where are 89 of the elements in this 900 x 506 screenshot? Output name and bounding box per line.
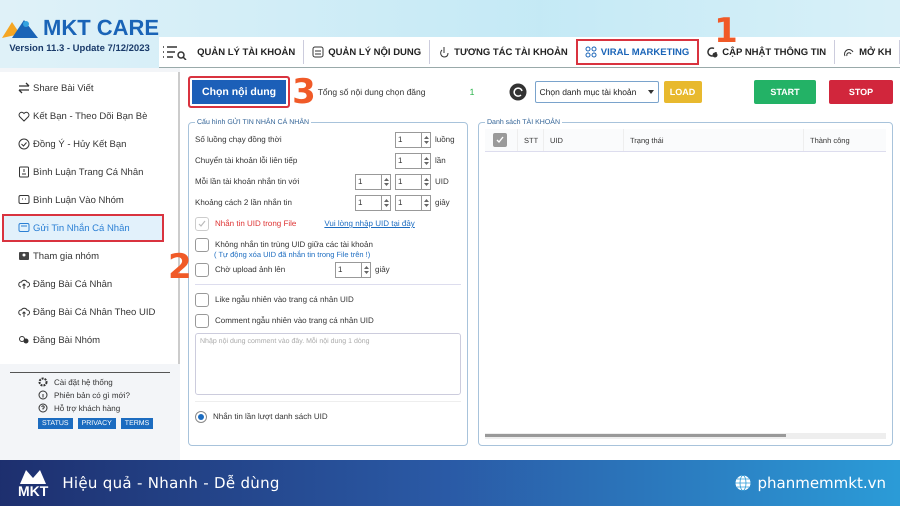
- total-label: Tổng số nội dung chọn đăng: [318, 87, 426, 97]
- slogan-text: Hiệu quả - Nhanh - Dễ dùng: [62, 474, 280, 492]
- number-spinner[interactable]: 1: [355, 174, 391, 190]
- sidebar-item[interactable]: Share Bài Viết: [2, 74, 164, 102]
- brand-logo-text: MKT: [18, 484, 48, 498]
- cloud-upload-icon: [18, 278, 30, 290]
- unit-label: luồng: [435, 135, 456, 144]
- checkbox[interactable]: [195, 292, 209, 306]
- spinner-arrows-icon: [384, 176, 388, 186]
- stop-button[interactable]: STOP: [829, 80, 893, 104]
- chat-icon: [18, 194, 30, 206]
- radio-dot-icon: [198, 414, 204, 420]
- total-count: 1: [470, 87, 475, 97]
- checkbox[interactable]: [195, 262, 209, 276]
- sidebar-item[interactable]: Đăng Bài Nhóm: [2, 326, 164, 354]
- upload-link[interactable]: Vui lòng nhập UID tại đây: [324, 219, 415, 228]
- unit-label: giây: [435, 198, 451, 207]
- select-all-checkbox[interactable]: [493, 133, 507, 147]
- option-label: Chờ upload ảnh lên: [215, 265, 286, 274]
- sidebar-item[interactable]: Đăng Bài Cá Nhân: [2, 270, 164, 298]
- tab[interactable]: MỞ KH: [835, 40, 900, 64]
- heart-icon: [18, 110, 30, 122]
- annotation-number: 2: [168, 250, 192, 284]
- globe-icon: [735, 475, 752, 491]
- help-icon: [38, 403, 48, 413]
- spinner-arrows-icon: [424, 156, 428, 166]
- option-label: Nhắn tin lần lượt danh sách UID: [213, 412, 328, 421]
- option-label: Nhắn tin UID trong File: [215, 219, 296, 228]
- unit-label: giây: [375, 265, 391, 274]
- choose-content-button[interactable]: Chọn nội dung: [188, 76, 290, 108]
- tab[interactable]: TƯƠNG TÁC TÀI KHOẢN: [430, 40, 577, 64]
- check-icon: [496, 136, 504, 144]
- radio-button[interactable]: [195, 410, 207, 422]
- setting-label: Khoảng cách 2 lần nhắn tin: [195, 198, 293, 207]
- gear-icon: [38, 377, 48, 387]
- logo-icon: [18, 468, 48, 484]
- refresh-icon: [706, 46, 718, 58]
- arrows-icon: [18, 82, 30, 94]
- check-circle-icon: [18, 138, 30, 150]
- refresh-icon[interactable]: [508, 83, 527, 101]
- card-icon: [18, 166, 30, 178]
- setting-label: Số luồng chạy đồng thời: [195, 135, 283, 144]
- tab[interactable]: VIRAL MARKETING: [576, 40, 698, 64]
- unit-label: UID: [435, 177, 450, 186]
- version-text: Version 11.3 - Update 7/12/2023: [9, 42, 150, 54]
- cloud-upload-icon: [18, 306, 30, 318]
- number-spinner[interactable]: 1: [395, 194, 431, 210]
- spinner-arrows-icon: [424, 134, 428, 144]
- spinner-arrows-icon: [424, 176, 428, 186]
- setting-label: Mỗi lần tài khoản nhắn tin với: [195, 177, 300, 186]
- check-icon: [198, 220, 206, 228]
- setting-label: Chuyển tài khoản lỗi liên tiếp: [195, 156, 298, 165]
- option-label: Like ngẫu nhiên vào trang cá nhân UID: [215, 295, 354, 304]
- category-dropdown[interactable]: Chọn danh mục tài khoản: [534, 81, 659, 103]
- tab[interactable]: QUẢN LÝ TÀI KHOẢN: [189, 40, 304, 64]
- sidebar-item[interactable]: Bình Luận Vào Nhóm: [2, 186, 164, 214]
- info-icon: [38, 390, 48, 400]
- spinner-arrows-icon: [364, 264, 368, 274]
- tab[interactable]: QUẢN LÝ NỘI DUNG: [304, 40, 430, 64]
- sidebar-item[interactable]: Bình Luận Trang Cá Nhân: [2, 158, 164, 186]
- link-text[interactable]: Hỗ trợ khách hàng: [54, 404, 120, 412]
- sidebar-item[interactable]: Tham gia nhóm: [2, 242, 164, 270]
- app-logo-title: MKT CARE: [43, 14, 160, 40]
- horizontal-scrollbar[interactable]: [485, 433, 886, 439]
- message-icon: [18, 222, 30, 234]
- sidebar-item[interactable]: Đăng Bài Cá Nhân Theo UID: [2, 298, 164, 326]
- link-text[interactable]: Cài đặt hệ thống: [54, 378, 113, 386]
- number-spinner[interactable]: 1: [355, 194, 391, 210]
- network-icon: [584, 46, 597, 58]
- number-spinner[interactable]: 1: [335, 262, 371, 278]
- spinner-arrows-icon: [424, 198, 428, 208]
- number-spinner[interactable]: 1: [395, 174, 431, 190]
- checkbox[interactable]: [195, 238, 209, 252]
- list-icon: [312, 46, 324, 58]
- website-text: phanmemmkt.vn: [757, 474, 886, 492]
- dropdown-caret-icon: [648, 90, 654, 94]
- option-label: Comment ngẫu nhiên vào trang cá nhân UID: [215, 316, 374, 325]
- spinner-arrows-icon: [384, 198, 388, 208]
- sidebar-item[interactable]: Kết Bạn - Theo Dõi Bạn Bè: [2, 102, 164, 130]
- number-spinner[interactable]: 1: [395, 152, 431, 168]
- sidebar-item[interactable]: Đồng Ý - Hủy Kết Bạn: [2, 130, 164, 158]
- unit-label: lần: [435, 156, 447, 165]
- annotation-number: 3: [292, 75, 316, 109]
- checkbox[interactable]: [195, 216, 209, 230]
- option-label: Không nhắn tin trùng UID giữa các tài khoản: [215, 240, 373, 249]
- number-spinner[interactable]: 1: [395, 132, 431, 148]
- link-text[interactable]: Phiên bản có gì mới?: [54, 390, 130, 400]
- sidebar-item[interactable]: Gửi Tin Nhắn Cá Nhân: [2, 214, 164, 242]
- checkbox[interactable]: [195, 314, 209, 328]
